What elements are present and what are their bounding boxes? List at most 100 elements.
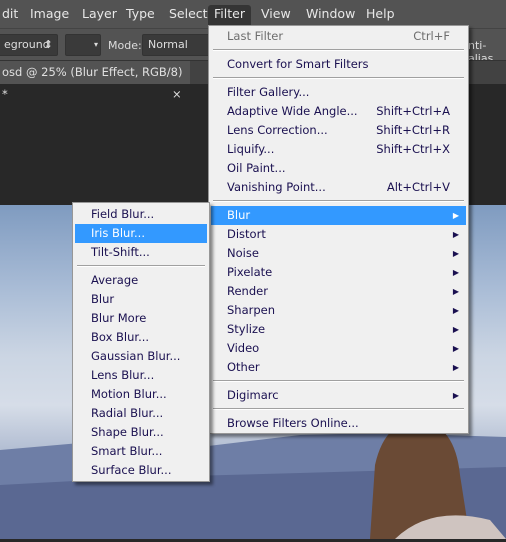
menu-item-gaussian-blur[interactable]: Gaussian Blur... (75, 347, 207, 366)
menu-item-label: Browse Filters Online... (227, 416, 359, 430)
menu-item-field-blur[interactable]: Field Blur... (75, 205, 207, 224)
menu-item-other[interactable]: Other ▶ (211, 358, 466, 377)
menu-item-label: Vanishing Point... (227, 180, 326, 194)
menu-item-digimarc[interactable]: Digimarc ▶ (211, 386, 466, 405)
submenu-arrow-icon: ▶ (452, 211, 459, 220)
menu-item-shape-blur[interactable]: Shape Blur... (75, 423, 207, 442)
menu-item-adaptive-wide-angle[interactable]: Adaptive Wide Angle... Shift+Ctrl+A (211, 102, 466, 121)
menu-item-last-filter[interactable]: Last Filter Ctrl+F (211, 27, 466, 46)
menu-dit[interactable]: dit (0, 5, 24, 25)
menu-item-label: Smart Blur... (91, 444, 163, 458)
document-tab[interactable]: osd @ 25% (Blur Effect, RGB/8) * × (0, 61, 190, 101)
shortcut-label: Shift+Ctrl+R (376, 123, 450, 137)
mode-label: Mode: (108, 39, 142, 52)
menu-item-distort[interactable]: Distort ▶ (211, 225, 466, 244)
menu-item-label: Blur (227, 208, 251, 222)
updown-icon: ⇕ (43, 38, 53, 51)
menu-item-label: Shape Blur... (91, 425, 164, 439)
pattern-picker[interactable]: ▾ (65, 34, 101, 56)
menu-window[interactable]: Window (300, 5, 361, 25)
menu-item-label: Lens Blur... (91, 368, 155, 382)
menu-item-label: Render (227, 284, 268, 298)
menu-item-label: Noise (227, 246, 259, 260)
menu-filter[interactable]: Filter (208, 5, 251, 25)
menu-separator (77, 265, 205, 267)
shortcut-label: Ctrl+F (413, 29, 450, 43)
menu-item-iris-blur[interactable]: Iris Blur... (75, 224, 207, 243)
menu-item-radial-blur[interactable]: Radial Blur... (75, 404, 207, 423)
menu-item-label: Blur (91, 292, 115, 306)
menu-item-label: Field Blur... (91, 207, 155, 221)
menu-separator (213, 77, 464, 79)
menu-item-sharpen[interactable]: Sharpen ▶ (211, 301, 466, 320)
menu-type[interactable]: Type (120, 5, 161, 25)
close-tab-icon[interactable]: × (172, 83, 182, 105)
menu-item-blur-more[interactable]: Blur More (75, 309, 207, 328)
menu-item-label: Motion Blur... (91, 387, 167, 401)
submenu-arrow-icon: ▶ (452, 344, 459, 353)
menu-item-label: Lens Correction... (227, 123, 328, 137)
menu-item-label: Other (227, 360, 260, 374)
submenu-arrow-icon: ▶ (452, 363, 459, 372)
shortcut-label: Shift+Ctrl+X (376, 142, 450, 156)
menu-item-label: Last Filter (227, 29, 284, 43)
chevron-down-icon: ▾ (93, 40, 98, 49)
mode-value: Normal (148, 38, 188, 51)
menu-select[interactable]: Select (163, 5, 214, 25)
menu-help[interactable]: Help (360, 5, 401, 25)
document-tab-title: osd @ 25% (Blur Effect, RGB/8) * (2, 65, 183, 101)
menu-item-filter-gallery[interactable]: Filter Gallery... (211, 83, 466, 102)
menu-item-label: Blur More (91, 311, 147, 325)
menu-item-oil-paint[interactable]: Oil Paint... (211, 159, 466, 178)
menu-item-label: Sharpen (227, 303, 276, 317)
menu-view[interactable]: View (255, 5, 297, 25)
menu-separator (213, 380, 464, 382)
menu-item-label: Radial Blur... (91, 406, 164, 420)
menu-item-browse-filters-online[interactable]: Browse Filters Online... (211, 414, 466, 433)
menu-image[interactable]: Image (24, 5, 75, 25)
menu-item-video[interactable]: Video ▶ (211, 339, 466, 358)
filter-menu: Last Filter Ctrl+F Convert for Smart Filte… (208, 25, 469, 434)
shortcut-label: Shift+Ctrl+A (376, 104, 450, 118)
menu-item-liquify[interactable]: Liquify... Shift+Ctrl+X (211, 140, 466, 159)
menu-item-blur[interactable]: Blur ▶ (211, 206, 466, 225)
submenu-arrow-icon: ▶ (452, 230, 459, 239)
menu-separator (213, 200, 464, 202)
menu-item-convert-for-smart-filters[interactable]: Convert for Smart Filters (211, 55, 466, 74)
menu-item-tilt-shift[interactable]: Tilt-Shift... (75, 243, 207, 262)
menu-item-label: Gaussian Blur... (91, 349, 181, 363)
menu-item-label: Stylize (227, 322, 266, 336)
menu-item-smart-blur[interactable]: Smart Blur... (75, 442, 207, 461)
menu-item-noise[interactable]: Noise ▶ (211, 244, 466, 263)
menu-item-box-blur[interactable]: Box Blur... (75, 328, 207, 347)
menu-item-label: Video (227, 341, 260, 355)
menu-item-label: Adaptive Wide Angle... (227, 104, 358, 118)
menu-item-label: Pixelate (227, 265, 273, 279)
menu-bar: dit Image Layer Type Select Filter View Window H… (0, 0, 506, 28)
submenu-arrow-icon: ▶ (452, 306, 459, 315)
menu-item-average[interactable]: Average (75, 271, 207, 290)
menu-item-pixelate[interactable]: Pixelate ▶ (211, 263, 466, 282)
menu-item-label: Distort (227, 227, 266, 241)
menu-item-motion-blur[interactable]: Motion Blur... (75, 385, 207, 404)
submenu-arrow-icon: ▶ (452, 249, 459, 258)
menu-item-label: Iris Blur... (91, 226, 145, 240)
menu-item-lens-correction[interactable]: Lens Correction... Shift+Ctrl+R (211, 121, 466, 140)
blur-submenu: Field Blur... Iris Blur... Tilt-Shift... Av… (72, 202, 210, 482)
menu-item-vanishing-point[interactable]: Vanishing Point... Alt+Ctrl+V (211, 178, 466, 197)
submenu-arrow-icon: ▶ (452, 287, 459, 296)
menu-item-surface-blur[interactable]: Surface Blur... (75, 461, 207, 480)
menu-item-label: Liquify... (227, 142, 275, 156)
menu-item-lens-blur[interactable]: Lens Blur... (75, 366, 207, 385)
shortcut-label: Alt+Ctrl+V (386, 180, 450, 194)
menu-layer[interactable]: Layer (76, 5, 123, 25)
menu-item-label: Tilt-Shift... (91, 245, 150, 259)
menu-item-stylize[interactable]: Stylize ▶ (211, 320, 466, 339)
menu-item-blur[interactable]: Blur (75, 290, 207, 309)
menu-item-label: Convert for Smart Filters (227, 57, 369, 71)
fill-source-select[interactable]: eground ⇕ (0, 34, 58, 56)
menu-item-render[interactable]: Render ▶ (211, 282, 466, 301)
submenu-arrow-icon: ▶ (452, 391, 459, 400)
menu-item-label: Digimarc (227, 388, 279, 402)
menu-separator (213, 49, 464, 51)
